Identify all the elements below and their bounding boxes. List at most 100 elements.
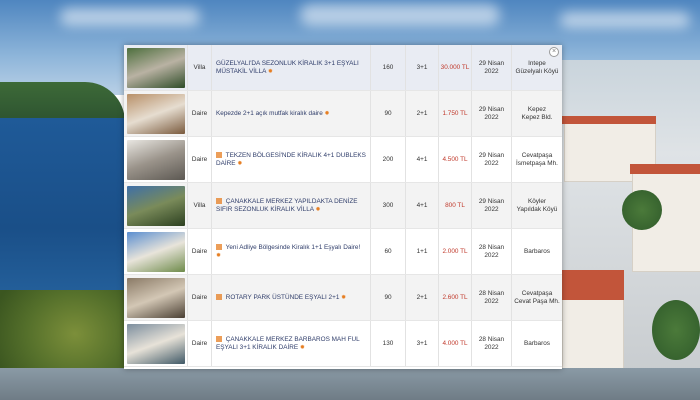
date-day-month: 29 Nisan: [478, 151, 505, 159]
table-row[interactable]: Daire ROTARY PARK ÜSTÜNDE EŞYALI 2+1 ✹ 9…: [124, 275, 562, 321]
rooms-value: 2+1: [416, 110, 428, 117]
thumbnail-cell[interactable]: [124, 45, 188, 90]
area-value: 60: [384, 248, 392, 255]
property-type-text: Villa: [193, 64, 206, 71]
property-type: Villa: [188, 183, 212, 228]
date-day-month: 29 Nisan: [478, 59, 505, 67]
listing-photo[interactable]: [126, 185, 185, 226]
area: 90: [371, 91, 406, 136]
price: 800 TL: [439, 183, 472, 228]
price-value: 800 TL: [445, 202, 465, 209]
tree: [622, 190, 662, 230]
rooms-value: 3+1: [416, 340, 428, 347]
listing-title-cell[interactable]: Yeni Adliye Bölgesinde Kiralık 1+1 Eşyal…: [212, 229, 371, 274]
location-district: Intepe: [528, 59, 546, 67]
location-district: Barbaros: [524, 247, 550, 255]
listing-title-cell[interactable]: GÜZELYALI'DA SEZONLUK KİRALIK 3+1 EŞYALI…: [212, 45, 371, 90]
table-row[interactable]: Daire Kepezde 2+1 açık mutfak kiralık da…: [124, 91, 562, 137]
date-day-month: 29 Nisan: [478, 105, 505, 113]
thumbnail-cell[interactable]: [124, 321, 188, 366]
listing-photo[interactable]: [126, 47, 185, 88]
table-row[interactable]: Villa ÇANAKKALE MERKEZ YAPILDAKTA DENİZE…: [124, 183, 562, 229]
rooms: 3+1: [406, 45, 439, 90]
table-row[interactable]: Daire ÇANAKKALE MERKEZ BARBAROS MAH FUL …: [124, 321, 562, 367]
listing-title-link[interactable]: GÜZELYALI'DA SEZONLUK KİRALIK 3+1 EŞYALI…: [216, 60, 359, 75]
listing-photo[interactable]: [126, 93, 185, 134]
listing-title-cell[interactable]: ÇANAKKALE MERKEZ YAPILDAKTA DENİZE SIFIR…: [212, 183, 371, 228]
property-type: Daire: [188, 91, 212, 136]
listing-title-link[interactable]: ROTARY PARK ÜSTÜNDE EŞYALI 2+1: [226, 294, 340, 301]
listing-title-cell[interactable]: ROTARY PARK ÜSTÜNDE EŞYALI 2+1 ✹: [212, 275, 371, 320]
date: 29 Nisan 2022: [472, 183, 512, 228]
price: 1.750 TL: [439, 91, 472, 136]
listing-photo[interactable]: [126, 323, 185, 364]
price: 4.000 TL: [439, 321, 472, 366]
roof: [630, 164, 700, 174]
listing-title-cell[interactable]: ÇANAKKALE MERKEZ BARBAROS MAH FUL EŞYALI…: [212, 321, 371, 366]
star-icon: ✹: [267, 68, 273, 75]
listing-title-cell[interactable]: Kepezde 2+1 açık mutfak kiralık daire ✹: [212, 91, 371, 136]
date-day-month: 28 Nisan: [478, 289, 505, 297]
property-type: Daire: [188, 321, 212, 366]
property-type: Daire: [188, 229, 212, 274]
date: 29 Nisan 2022: [472, 45, 512, 90]
roof: [562, 270, 624, 300]
location: Cevatpaşa Cevat Paşa Mh.: [512, 275, 562, 320]
rooms-value: 4+1: [416, 202, 428, 209]
rooms: 3+1: [406, 321, 439, 366]
price: 4.500 TL: [439, 137, 472, 182]
location-neighborhood: Yapıldak Köyü: [516, 205, 558, 213]
listing-photo[interactable]: [126, 139, 185, 180]
thumbnail-cell[interactable]: [124, 183, 188, 228]
date-year: 2022: [484, 159, 499, 167]
thumbnail-cell[interactable]: [124, 137, 188, 182]
property-type-text: Villa: [193, 202, 206, 209]
listing-photo[interactable]: [126, 231, 185, 272]
listing-photo[interactable]: [126, 277, 185, 318]
price-value: 30.000 TL: [440, 64, 470, 71]
area: 300: [371, 183, 406, 228]
table-row[interactable]: Daire TEKZEN BÖLGESİ'NDE KİRALIK 4+1 DUB…: [124, 137, 562, 183]
date: 28 Nisan 2022: [472, 275, 512, 320]
star-icon: ✹: [324, 110, 330, 117]
roof: [562, 116, 656, 124]
cloud: [60, 8, 200, 26]
location-district: Kepez: [527, 105, 547, 113]
price: 2.600 TL: [439, 275, 472, 320]
listing-title-cell[interactable]: TEKZEN BÖLGESİ'NDE KİRALIK 4+1 DUBLEKS D…: [212, 137, 371, 182]
rooms-value: 3+1: [416, 64, 428, 71]
rooms: 4+1: [406, 137, 439, 182]
date: 29 Nisan 2022: [472, 137, 512, 182]
location-neighborhood: Cevat Paşa Mh.: [514, 297, 560, 305]
area: 130: [371, 321, 406, 366]
listing-title-link[interactable]: ÇANAKKALE MERKEZ YAPILDAKTA DENİZE SIFIR…: [216, 198, 358, 213]
thumbnail-cell[interactable]: [124, 229, 188, 274]
price-value: 1.750 TL: [442, 110, 468, 117]
tag-icon: [216, 335, 222, 342]
location: Barbaros: [512, 229, 562, 274]
listing-title-link[interactable]: Yeni Adliye Bölgesinde Kiralık 1+1 Eşyal…: [226, 244, 361, 251]
thumbnail-cell[interactable]: [124, 275, 188, 320]
table-row[interactable]: Daire Yeni Adliye Bölgesinde Kiralık 1+1…: [124, 229, 562, 275]
date-year: 2022: [484, 297, 499, 305]
location-district: Barbaros: [524, 339, 550, 347]
area-value: 130: [382, 340, 394, 347]
listing-title-link[interactable]: ÇANAKKALE MERKEZ BARBAROS MAH FUL EŞYALI…: [216, 336, 359, 351]
property-type-text: Daire: [191, 294, 208, 301]
star-icon: ✹: [299, 344, 305, 351]
star-icon: ✹: [315, 206, 321, 213]
date: 29 Nisan 2022: [472, 91, 512, 136]
listing-title-link[interactable]: Kepezde 2+1 açık mutfak kiralık daire: [216, 110, 323, 117]
town: [562, 60, 700, 372]
table-row[interactable]: Villa GÜZELYALI'DA SEZONLUK KİRALIK 3+1 …: [124, 45, 562, 91]
area-value: 200: [382, 156, 394, 163]
rooms: 2+1: [406, 91, 439, 136]
property-type: Villa: [188, 45, 212, 90]
thumbnail-cell[interactable]: [124, 91, 188, 136]
property-type-text: Daire: [191, 110, 208, 117]
star-icon: ✹: [216, 252, 222, 259]
date: 28 Nisan 2022: [472, 229, 512, 274]
close-icon[interactable]: ×: [549, 47, 559, 57]
price-value: 2.000 TL: [442, 248, 468, 255]
area-value: 90: [384, 294, 392, 301]
